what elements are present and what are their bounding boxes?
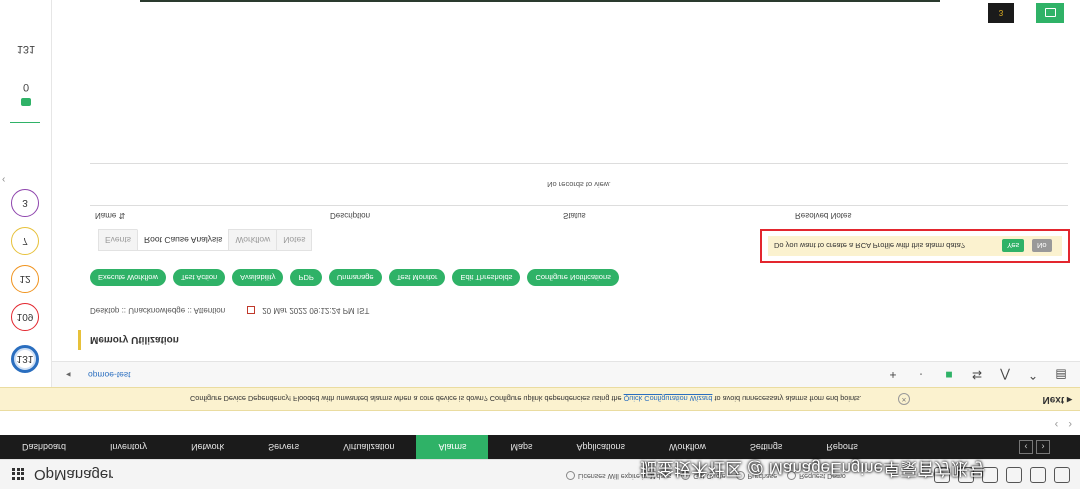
col-resolved-notes[interactable]: Resolved Notes [795,211,851,220]
top-divider [140,0,940,2]
thumbs-up-icon[interactable]: ■ [942,368,956,382]
alarm-meta: Desktop :: Unacknowledge :: Attention 20… [90,306,369,315]
calendar-icon [247,306,256,315]
pager-row: ‹ › [0,411,1080,435]
detail-tabs: Events Root Cause Analysis Workflow Note… [98,229,313,251]
nav-maps[interactable]: Maps [488,435,554,459]
gear-icon[interactable] [1054,467,1070,483]
rca-prompt: Do you want to create a RCA Profile with… [760,229,1070,263]
count-critical[interactable]: 109 [11,303,39,331]
acknowledge-icon[interactable]: · [914,368,928,382]
back-icon[interactable]: ◂ [66,369,71,380]
watermark-text: 掘金技术社区 @ ManageEngine卓豪官方账号 [640,459,986,478]
collapse-icon[interactable]: ⌃ [1026,368,1040,382]
test-monitor-button[interactable]: Test Monitor [388,269,446,286]
mirrored-screenshot: OpManager Licenses Will expire in 11days… [0,0,1080,489]
graph-icon[interactable]: ⋀ [998,368,1012,382]
chat-icon [1044,8,1056,18]
device-link[interactable]: opmoe-test [88,370,131,380]
license-icon [566,471,575,480]
alarm-status-text: Desktop :: Unacknowledge :: Attention [90,306,226,315]
rca-table: Name ⇅ Description Status Resolved Notes… [90,163,1068,227]
alarm-count-rail: 131 109 12 7 3 ‹ 0 131 [0,0,52,387]
clear-icon[interactable]: ▤ [1054,368,1068,382]
rail-collapse-icon[interactable]: ‹ [2,174,5,185]
nav-reports[interactable]: Reports [804,435,880,459]
execute-workflow-button[interactable]: Execute Workflow [90,269,166,286]
nav-prev-icon[interactable]: ‹ [1019,440,1033,454]
rca-question: Do you want to create a RCA Profile with… [774,241,965,250]
tab-root-cause-analysis[interactable]: Root Cause Analysis [137,229,230,251]
nav-scroll-arrows: ‹ › [1019,440,1080,454]
chevron-left-icon[interactable]: ‹ [1055,418,1059,430]
nav-virtualization[interactable]: Virtualization [321,435,416,459]
notification-banner: Configure Device Dependency! Flooded wit… [0,387,1080,411]
nav-inventory[interactable]: Inventory [88,435,169,459]
count-trouble[interactable]: 12 [11,265,39,293]
app-grid-icon[interactable] [12,468,24,480]
empty-message: No records to view. [90,163,1068,205]
alarm-actions: Execute Workflow Test Action Availabilit… [90,269,619,286]
main-nav: Dashboard Inventory Network Servers Virt… [0,435,1080,459]
count-attention[interactable]: 7 [11,227,39,255]
configure-notifications-button[interactable]: Configure Notifications [527,269,619,286]
banner-text: Configure Device Dependency! Flooded wit… [190,394,862,403]
unmanage-button[interactable]: Unmanage [328,269,382,286]
rail-divider [10,122,40,123]
nav-next-icon[interactable]: › [1036,440,1050,454]
banner-next-button[interactable]: Next ▸ [1043,394,1073,405]
nav-dashboard[interactable]: Dashboard [0,435,88,459]
pager-arrows: ‹ › [1055,418,1072,430]
user-icon[interactable] [1006,467,1022,483]
detail-toolbar: ◂ opmoe-test + · ■ ⇆ ⋀ ⌃ ▤ [52,361,1080,387]
nav-network[interactable]: Network [169,435,246,459]
nav-alarms[interactable]: Alarms [416,435,489,459]
alarm-detail: ◂ opmoe-test + · ■ ⇆ ⋀ ⌃ ▤ Memory Utiliz… [52,0,1080,387]
severity-bar [78,330,81,350]
rail-total: 131 [16,43,36,55]
banner-close-icon[interactable]: × [898,393,910,405]
nav-applications[interactable]: Applications [555,435,648,459]
add-icon[interactable]: + [886,368,900,382]
nav-workflow[interactable]: Workflow [647,435,728,459]
tab-workflow[interactable]: Workflow [228,229,278,251]
thumbs-up-icon [21,98,31,106]
tab-notes[interactable]: Notes [276,229,313,251]
test-action-button[interactable]: Test Action [172,269,226,286]
nav-servers[interactable]: Servers [246,435,321,459]
col-description[interactable]: Description [330,211,370,220]
rca-no-button[interactable]: No [1032,239,1052,252]
col-name[interactable]: Name ⇅ [95,211,125,220]
alarm-badge[interactable]: 3 [988,3,1014,23]
table-header: Name ⇅ Description Status Resolved Notes [90,205,1068,227]
quick-config-link[interactable]: Quick Configuration Wizard [624,394,713,403]
availability-button[interactable]: Availability [232,269,284,286]
acknowledged-count: 0 [22,81,30,93]
pdp-button[interactable]: PDP [290,269,322,286]
edit-thresholds-button[interactable]: Edit Thresholds [452,269,521,286]
nav-settings[interactable]: Settings [728,435,805,459]
add-widget-button[interactable] [1036,3,1064,23]
alarm-timestamp: 20 Mar 2022 09:12:24 PM IST [262,306,370,315]
alarm-title: Memory Utilization [90,334,179,345]
count-total[interactable]: 131 [11,345,39,373]
rca-prompt-box: Do you want to create a RCA Profile with… [768,236,1062,256]
link-icon[interactable]: ⇆ [970,368,984,382]
help-icon[interactable] [1030,467,1046,483]
tab-events[interactable]: Events [98,229,138,251]
chevron-right-icon[interactable]: › [1068,418,1072,430]
col-status[interactable]: Status [563,211,586,220]
rca-yes-button[interactable]: Yes [1002,239,1025,252]
count-service-down[interactable]: 3 [11,189,39,217]
detail-tools: + · ■ ⇆ ⋀ ⌃ ▤ [886,368,1068,382]
product-name: OpManager [34,466,114,483]
